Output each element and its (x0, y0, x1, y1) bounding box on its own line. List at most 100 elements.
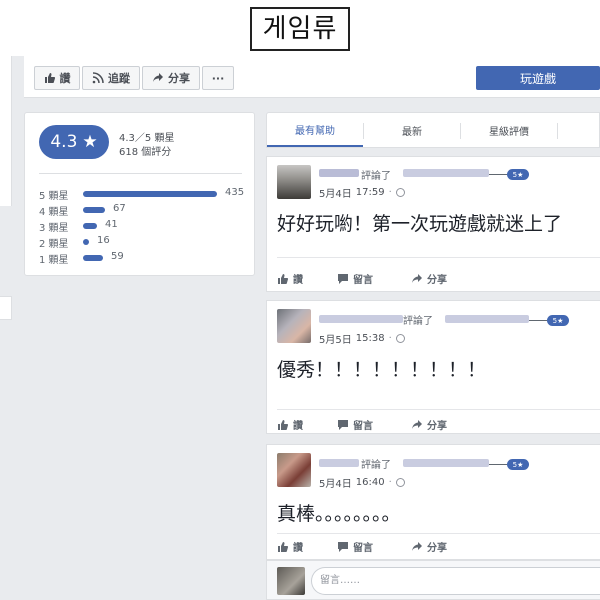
review-share-button[interactable]: 分享 (411, 271, 447, 286)
reviewer-name[interactable] (319, 459, 359, 467)
review-time[interactable]: 17:59 (356, 187, 385, 198)
comment-icon (338, 419, 348, 430)
star-row-label: 4 顆星 (39, 207, 69, 218)
more-options-button[interactable]: ··· (202, 66, 234, 90)
overlay-title: 게임류 (250, 7, 350, 51)
star-row-count: 16 (97, 235, 110, 246)
comment-input[interactable]: 留言…… (311, 567, 600, 595)
star-row-bar (83, 239, 89, 245)
review-share-label: 分享 (427, 543, 447, 554)
separator-dot: · (388, 333, 392, 344)
review-meta: 5月4日 17:59 · (319, 185, 405, 200)
star-breakdown-row[interactable]: 2 顆星 16 (39, 235, 259, 250)
star-row-label: 5 顆星 (39, 191, 69, 202)
separator-dot: · (388, 187, 392, 198)
review-time[interactable]: 16:40 (356, 477, 385, 488)
tab-most-helpful[interactable]: 最有幫助 (267, 113, 363, 147)
tab-newest[interactable]: 最新 (364, 113, 460, 147)
rating-score-badge: 4.3 ★ (39, 125, 109, 159)
page-name[interactable] (403, 169, 489, 177)
commented-label: 評論了 (361, 171, 391, 182)
review-like-label: 讚 (293, 543, 303, 554)
review-like-button[interactable]: 讚 (277, 539, 303, 554)
review-card: 評論了 5★ 5月4日 17:59 · 好好玩喲！第一次玩遊戲就迷上了 讚 留言… (266, 156, 600, 292)
rating-summary-card: 4.3 ★ 4.3／5 顆星 618 個評分 5 顆星 435 4 顆星 67 … (24, 112, 255, 276)
review-time[interactable]: 15:38 (356, 333, 385, 344)
review-meta: 5月4日 16:40 · (319, 475, 405, 490)
share-arrow-icon (412, 419, 422, 429)
page-name[interactable] (445, 315, 529, 323)
play-game-button[interactable]: 玩遊戲 (476, 66, 600, 90)
review-date[interactable]: 5月4日 (319, 475, 352, 490)
reviewer-name[interactable] (319, 315, 403, 323)
rating-count-text: 618 個評分 (119, 147, 172, 158)
reviewer-name[interactable] (319, 169, 359, 177)
review-comment-button[interactable]: 留言 (337, 271, 373, 286)
separator-dot: · (388, 477, 392, 488)
thumbs-up-icon (278, 419, 289, 430)
review-text: 好好玩喲！第一次玩遊戲就迷上了 (277, 213, 563, 235)
star-breakdown-row[interactable]: 1 顆星 59 (39, 251, 259, 266)
avatar[interactable] (277, 165, 311, 199)
more-options-label: ··· (211, 71, 225, 85)
star-row-count: 59 (111, 251, 124, 262)
globe-icon (395, 478, 405, 487)
star-rating-badge: 5★ (507, 459, 529, 470)
comment-icon (338, 273, 348, 284)
review-like-label: 讚 (293, 275, 303, 286)
page-action-bar: 讚 追蹤 分享 ··· 玩遊戲 (24, 56, 600, 98)
star-rating-badge: 5★ (547, 315, 569, 326)
share-arrow-icon (412, 541, 422, 551)
share-page-button[interactable]: 分享 (142, 66, 200, 90)
review-card: 評論了 5★ 5月4日 16:40 · 真棒。。。。。。。。 讚 留言 分享 (266, 444, 600, 560)
review-comment-label: 留言 (353, 421, 373, 432)
star-row-count: 41 (105, 219, 118, 230)
thumbs-up-icon (278, 273, 289, 284)
star-breakdown-row[interactable]: 3 顆星 41 (39, 219, 259, 234)
star-breakdown-row[interactable]: 4 顆星 67 (39, 203, 259, 218)
divider (277, 409, 600, 410)
review-like-label: 讚 (293, 421, 303, 432)
avatar[interactable] (277, 453, 311, 487)
review-like-button[interactable]: 讚 (277, 271, 303, 286)
tab-star-rating[interactable]: 星級評價 (461, 113, 557, 147)
divider (529, 320, 547, 321)
star-row-label: 2 顆星 (39, 239, 69, 250)
globe-icon (395, 188, 405, 197)
review-card: 評論了 5★ 5月5日 15:38 · 優秀！！！！！！！！！ 讚 留言 分享 (266, 300, 600, 434)
review-comment-button[interactable]: 留言 (337, 417, 373, 432)
star-row-label: 1 顆星 (39, 255, 69, 266)
thumbs-up-icon (278, 541, 289, 552)
review-date[interactable]: 5月4日 (319, 185, 352, 200)
commented-label: 評論了 (361, 460, 391, 471)
like-page-label: 讚 (59, 72, 71, 85)
star-row-bar (83, 191, 217, 197)
review-share-button[interactable]: 分享 (411, 539, 447, 554)
thumbs-up-icon (44, 73, 55, 83)
follow-button[interactable]: 追蹤 (82, 66, 140, 90)
comment-icon (338, 541, 348, 552)
comment-composer: 留言…… (266, 560, 600, 600)
globe-icon (395, 334, 405, 343)
review-like-button[interactable]: 讚 (277, 417, 303, 432)
share-arrow-icon (153, 73, 163, 82)
divider (277, 533, 600, 534)
page-name[interactable] (403, 459, 489, 467)
review-comment-button[interactable]: 留言 (337, 539, 373, 554)
rating-summary-text: 4.3／5 顆星 (119, 133, 175, 144)
review-date[interactable]: 5月5日 (319, 331, 352, 346)
avatar[interactable] (277, 309, 311, 343)
rss-icon (92, 72, 104, 84)
star-row-bar (83, 223, 97, 229)
review-share-button[interactable]: 分享 (411, 417, 447, 432)
review-share-label: 分享 (427, 421, 447, 432)
star-breakdown-row[interactable]: 5 顆星 435 (39, 187, 259, 202)
divider (277, 257, 600, 258)
divider (489, 464, 507, 465)
star-row-label: 3 顆星 (39, 223, 69, 234)
divider (489, 174, 507, 175)
rating-score: 4.3 (50, 132, 78, 152)
share-arrow-icon (412, 273, 422, 283)
left-panel-edge-lower (0, 296, 12, 320)
like-page-button[interactable]: 讚 (34, 66, 80, 90)
